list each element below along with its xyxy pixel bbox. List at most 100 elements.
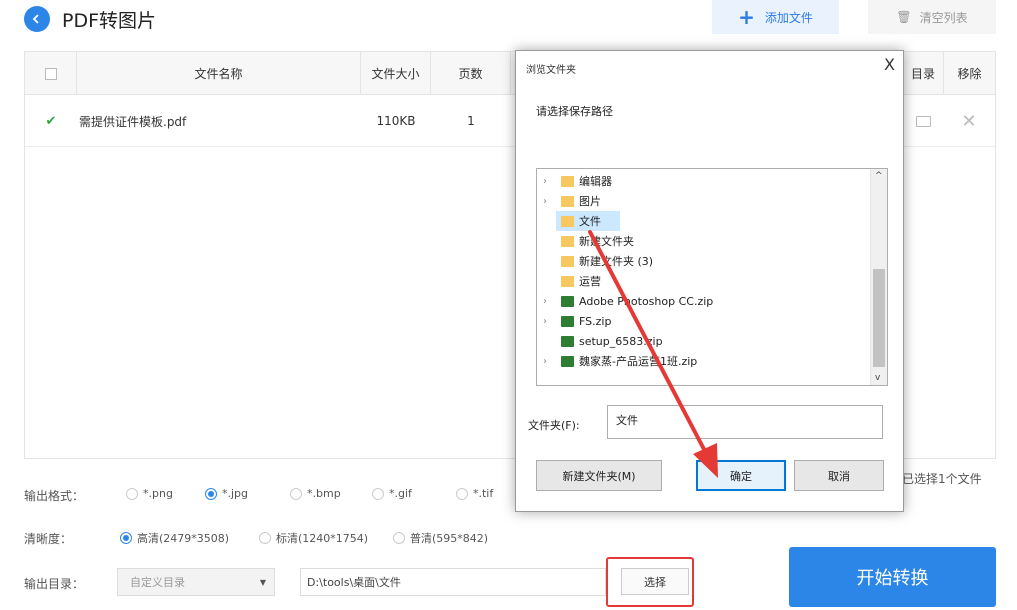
clear-list-button[interactable]: 🗑 清空列表: [868, 0, 996, 34]
tree-item-label: 编辑器: [579, 175, 612, 188]
clarity-option-standard[interactable]: 标清(1240*1754): [259, 530, 368, 546]
format-option-bmp[interactable]: *.bmp: [290, 487, 341, 500]
clarity-label: 清晰度：: [24, 532, 73, 546]
folder-icon: [561, 195, 574, 207]
radio-checked-icon: [120, 532, 132, 544]
zip-icon: [561, 315, 574, 327]
column-pages: 页数: [431, 52, 511, 95]
tree-item[interactable]: › 图片: [537, 191, 867, 211]
chevron-down-icon: ▼: [259, 578, 266, 587]
tree-scrollbar[interactable]: ^ v: [870, 169, 887, 385]
tree-item-selected[interactable]: 文件: [556, 211, 620, 231]
new-folder-button[interactable]: 新建文件夹(M): [536, 460, 662, 491]
selected-count: 已选择1个文件: [902, 472, 982, 486]
chevron-right-icon: ›: [543, 315, 547, 327]
select-all-cell: [25, 52, 77, 95]
add-file-label: 添加文件: [764, 10, 813, 25]
radio-checked-icon: [205, 487, 217, 500]
radio-icon: [393, 532, 405, 544]
format-label: 输出格式：: [24, 489, 85, 503]
tree-item[interactable]: › Adobe Photoshop CC.zip: [537, 291, 867, 311]
chevron-right-icon: ›: [543, 295, 547, 307]
format-option-gif[interactable]: *.gif: [372, 487, 412, 500]
ok-button[interactable]: 确定: [696, 460, 786, 491]
tree-item-label: Adobe Photoshop CC.zip: [579, 294, 714, 308]
chevron-right-icon: ›: [543, 355, 547, 367]
clarity-option-label: 普清(595*842): [410, 532, 489, 545]
output-mode-value: 自定义目录: [130, 576, 185, 589]
tree-item-label: 图片: [579, 195, 601, 208]
tree-item-label: 文件: [579, 215, 601, 228]
dialog-title: 浏览文件夹: [526, 65, 576, 76]
page-title: PDF转图片: [62, 9, 157, 32]
folder-icon: [561, 215, 574, 227]
column-size: 文件大小: [361, 52, 431, 95]
tree-item[interactable]: 新建文件夹 (3): [537, 251, 867, 271]
radio-icon: [126, 487, 138, 500]
folder-icon: [561, 175, 574, 187]
output-path-input[interactable]: D:\tools\桌面\文件: [300, 568, 606, 596]
folder-icon: [561, 275, 574, 287]
tree-item[interactable]: 运营: [537, 271, 867, 291]
close-icon: ✕: [961, 110, 977, 132]
highlight-box: [606, 557, 694, 607]
format-option-png[interactable]: *.png: [126, 487, 173, 500]
file-name: 需提供证件模板.pdf: [79, 114, 187, 129]
format-option-label: *.tif: [473, 487, 494, 500]
folder-icon: [561, 235, 574, 247]
format-option-label: *.gif: [389, 487, 412, 500]
tree-item[interactable]: › 魏家蒸-产品运营1班.zip: [537, 351, 867, 371]
file-size: 110KB: [376, 114, 416, 128]
output-mode-select[interactable]: 自定义目录 ▼: [117, 568, 275, 596]
folder-tree[interactable]: › 编辑器 › 图片 文件 新建文件夹 新建文件夹 (3) 运营 › Adobe Ph…: [536, 168, 888, 386]
add-file-button[interactable]: + 添加文件: [712, 0, 839, 34]
tree-item-label: 魏家蒸-产品运营1班.zip: [579, 355, 698, 368]
clarity-option-high[interactable]: 高清(2479*3508): [120, 530, 229, 546]
chevron-down-icon[interactable]: v: [875, 373, 880, 383]
tree-item[interactable]: › FS.zip: [537, 311, 867, 331]
chevron-up-icon[interactable]: ^: [875, 171, 883, 181]
format-option-jpg[interactable]: *.jpg: [205, 487, 248, 500]
column-remove: 移除: [943, 52, 995, 95]
select-all-checkbox[interactable]: [44, 67, 57, 80]
radio-icon: [259, 532, 271, 544]
radio-icon: [372, 487, 384, 500]
back-button[interactable]: [24, 6, 50, 32]
browse-folder-dialog: 浏览文件夹 X 请选择保存路径 › 编辑器 › 图片 文件 新建文件夹 新建文件夹 …: [515, 50, 904, 512]
folder-field[interactable]: 文件: [607, 405, 883, 439]
dialog-close-button[interactable]: X: [884, 55, 895, 74]
tree-item-label: 新建文件夹: [579, 235, 634, 248]
folder-icon: [561, 255, 574, 267]
tree-item[interactable]: 新建文件夹: [537, 231, 867, 251]
scrollbar-thumb[interactable]: [873, 269, 885, 367]
format-option-label: *.png: [143, 487, 173, 500]
tree-item-label: 新建文件夹 (3): [579, 255, 654, 268]
chevron-right-icon: ›: [543, 195, 547, 207]
format-option-tif[interactable]: *.tif: [456, 487, 493, 500]
clarity-option-normal[interactable]: 普清(595*842): [393, 530, 488, 546]
cancel-button[interactable]: 取消: [794, 460, 884, 491]
tree-item[interactable]: › 编辑器: [537, 171, 867, 191]
tree-item-label: FS.zip: [579, 314, 612, 328]
clear-list-label: 清空列表: [919, 10, 968, 25]
zip-icon: [561, 295, 574, 307]
file-pages: 1: [467, 114, 475, 128]
header-title-area: PDF转图片: [24, 6, 156, 32]
trash-icon: 🗑: [896, 10, 912, 24]
zip-icon: [561, 335, 574, 347]
tree-item-label: setup_6583.zip: [579, 334, 663, 348]
tree-item[interactable]: setup_6583.zip: [537, 331, 867, 351]
plus-icon: +: [738, 5, 755, 29]
folder-icon: [915, 115, 931, 127]
start-convert-button[interactable]: 开始转换: [789, 547, 996, 607]
radio-icon: [290, 487, 302, 500]
zip-icon: [561, 355, 574, 367]
tree-item-label: 运营: [579, 275, 601, 288]
clarity-option-label: 标清(1240*1754): [276, 532, 369, 545]
arrow-left-icon: [32, 14, 39, 24]
row-checkbox[interactable]: ✔: [46, 114, 57, 129]
open-folder-button[interactable]: [903, 95, 943, 147]
remove-row-button[interactable]: ✕: [943, 95, 995, 147]
chevron-right-icon: ›: [543, 175, 547, 187]
clarity-option-label: 高清(2479*3508): [137, 532, 230, 545]
